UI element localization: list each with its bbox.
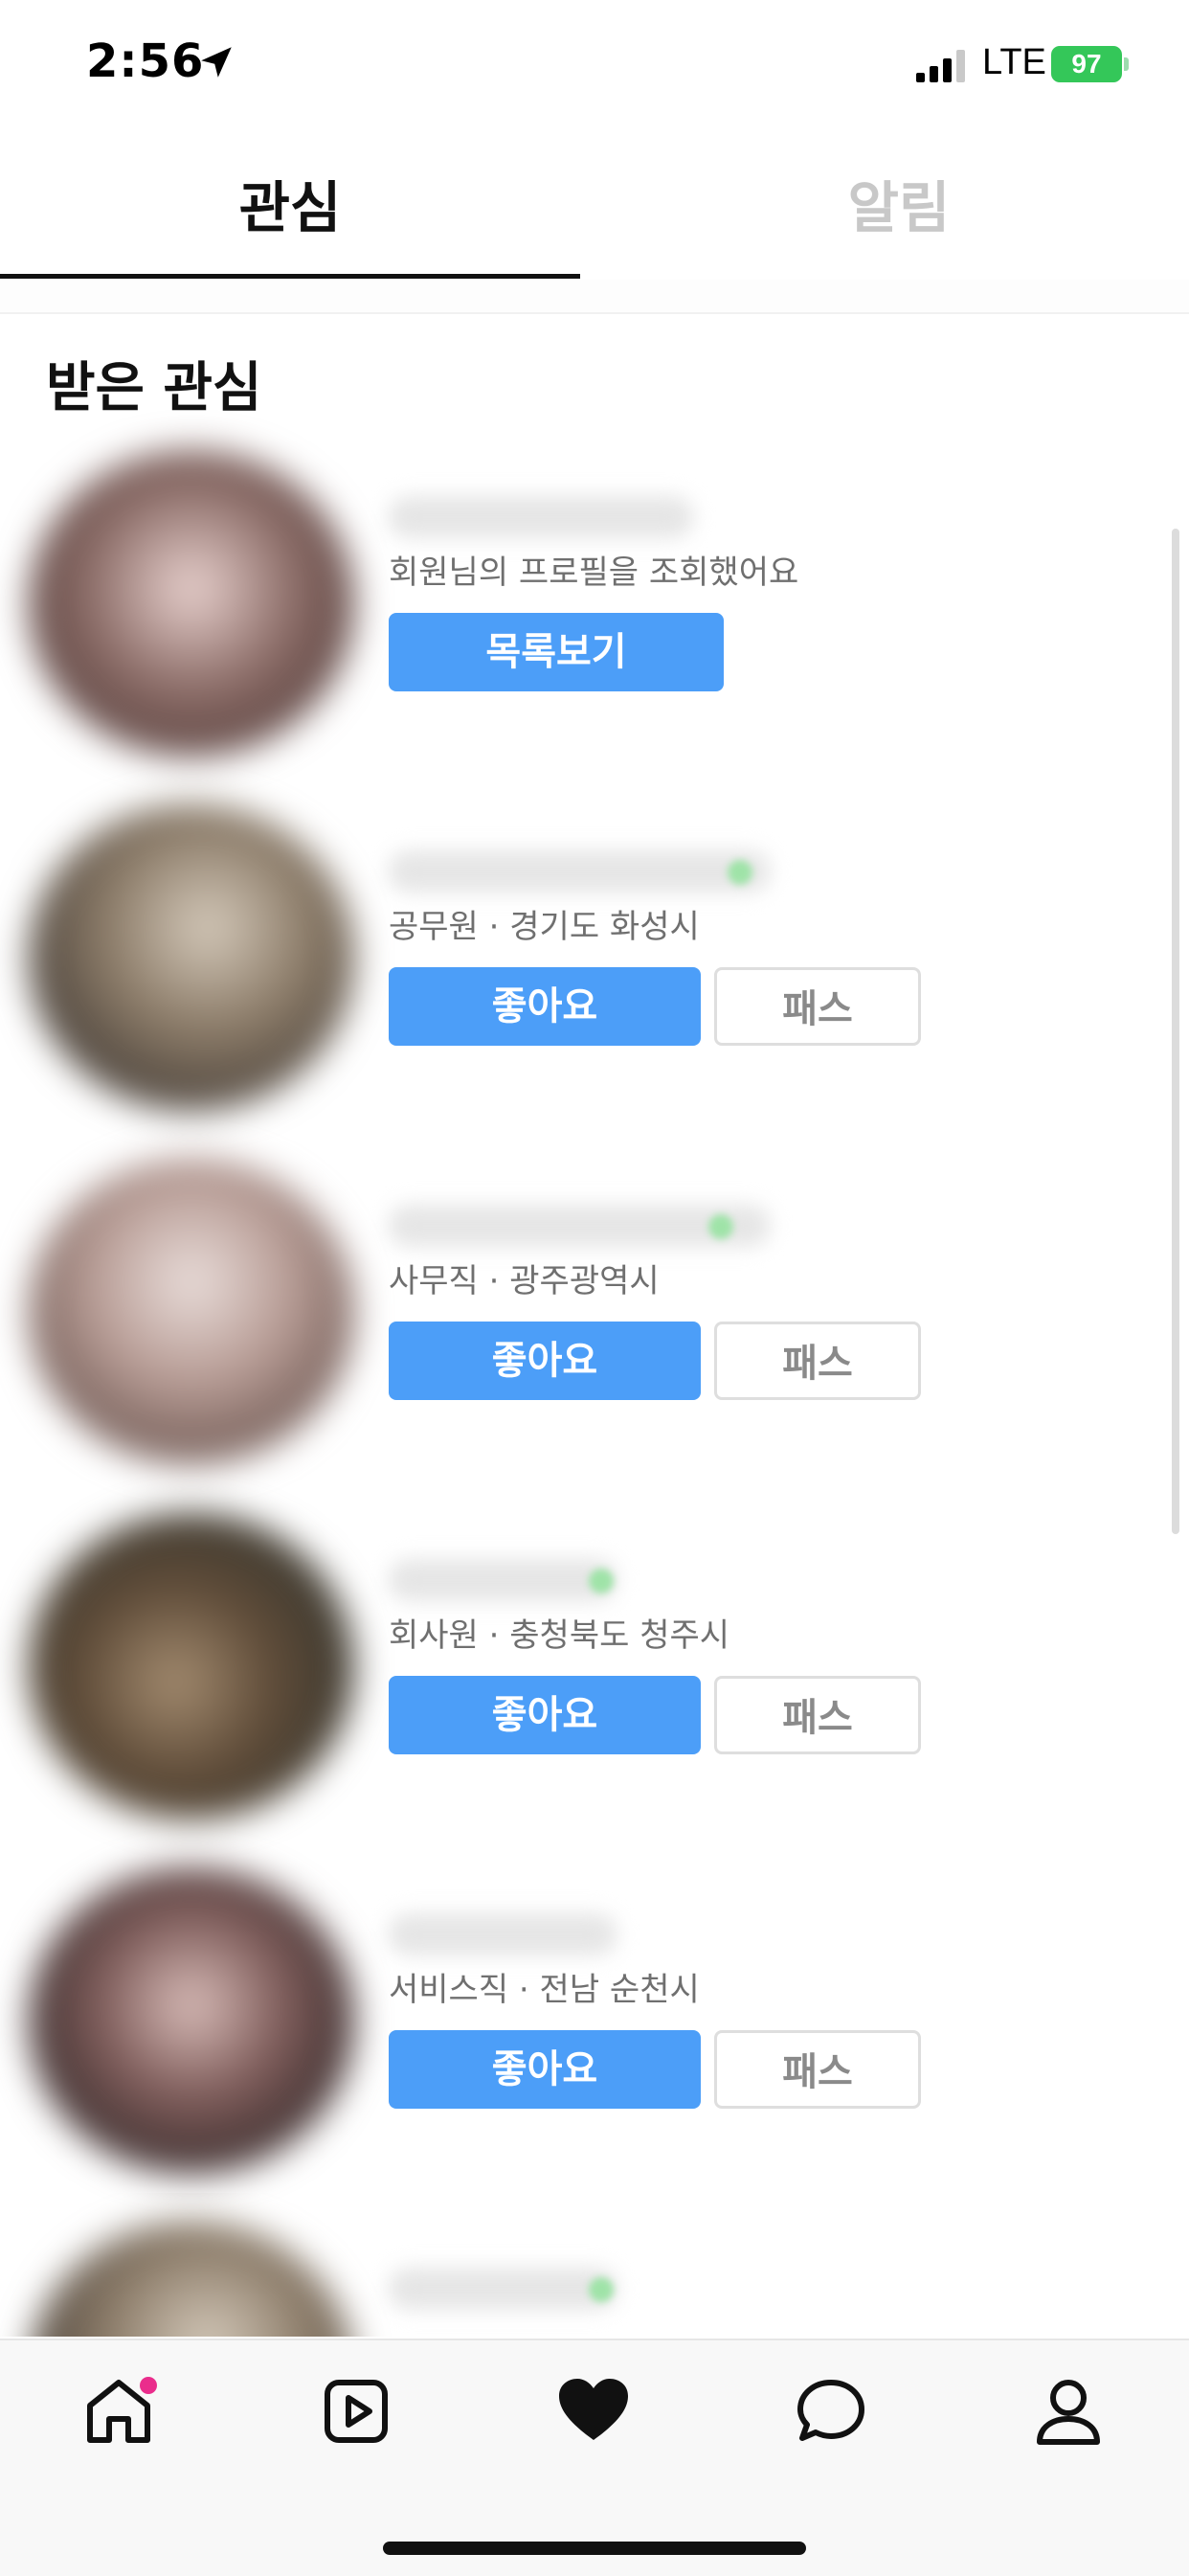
pass-button[interactable]: 패스: [714, 967, 921, 1046]
battery-level: 97: [1071, 49, 1102, 79]
section-title: 받은 관심: [46, 357, 262, 419]
item-description: 서비스직 · 전남 순천시: [389, 1971, 700, 2009]
like-button[interactable]: 좋아요: [389, 1322, 701, 1400]
item-description: 사무직 · 광주광역시: [389, 1262, 660, 1300]
list-item: 회사원 · 충청북도 청주시 좋아요 패스: [0, 1484, 1189, 1839]
online-indicator: [708, 1214, 733, 1239]
online-indicator: [589, 2277, 614, 2302]
active-tab-indicator: [0, 274, 580, 279]
section-divider: [0, 280, 1189, 314]
location-arrow-icon: [201, 47, 232, 78]
play-icon[interactable]: [318, 2373, 394, 2450]
notification-badge: [140, 2377, 157, 2394]
scrollbar[interactable]: [1172, 529, 1179, 1534]
list-item: 공무원 · 경기도 화성시 좋아요 패스: [0, 776, 1189, 1130]
avatar[interactable]: [29, 1513, 354, 1819]
online-indicator: [589, 1569, 614, 1593]
like-button[interactable]: 좋아요: [389, 2030, 701, 2109]
pass-button[interactable]: 패스: [714, 1676, 921, 1754]
profile-icon[interactable]: [1030, 2373, 1107, 2450]
network-type: LTE: [982, 42, 1046, 82]
item-description: 공무원 · 경기도 화성시: [389, 908, 700, 946]
tab-interest[interactable]: 관심: [0, 163, 580, 243]
item-description: 회원님의 프로필을 조회했어요: [389, 554, 799, 592]
status-bar: 2:56 LTE 97: [0, 0, 1189, 124]
chat-icon[interactable]: [793, 2373, 869, 2450]
heart-icon[interactable]: [555, 2373, 632, 2450]
avatar[interactable]: [29, 1867, 354, 2174]
pass-button[interactable]: 패스: [714, 2030, 921, 2109]
online-indicator: [728, 860, 752, 885]
tab-bar: 관심 알림: [0, 124, 1189, 282]
avatar[interactable]: [29, 2222, 354, 2337]
tab-notifications[interactable]: 알림: [609, 163, 1189, 243]
item-description: 회사원 · 충청북도 청주시: [389, 1616, 730, 1655]
view-list-button[interactable]: 목록보기: [389, 613, 724, 691]
signal-icon: [916, 50, 965, 82]
home-indicator: [383, 2542, 806, 2555]
like-button[interactable]: 좋아요: [389, 1676, 701, 1754]
blurred-name: [388, 496, 694, 538]
list-item: 사무직 · 광주광역시 좋아요 패스: [0, 1130, 1189, 1484]
pass-button[interactable]: 패스: [714, 1322, 921, 1400]
bottom-nav: [0, 2339, 1189, 2576]
avatar[interactable]: [29, 804, 354, 1111]
battery-icon: 97: [1051, 46, 1122, 82]
interest-list: 회원님의 프로필을 조회했어요 목록보기 공무원 · 경기도 화성시 좋아요 패…: [0, 421, 1189, 2337]
blurred-name: [388, 1559, 617, 1601]
blurred-name: [388, 1913, 617, 1955]
list-item: 서비스직 · 전남 순천시 좋아요 패스: [0, 1839, 1189, 2193]
blurred-name: [388, 2268, 617, 2310]
list-item: 회원님의 프로필을 조회했어요 목록보기: [0, 421, 1189, 776]
avatar[interactable]: [29, 450, 354, 757]
battery-cap: [1124, 57, 1129, 71]
blurred-name: [388, 850, 771, 893]
status-time: 2:56: [86, 34, 205, 88]
list-item: [0, 2193, 1189, 2337]
avatar[interactable]: [29, 1159, 354, 1465]
like-button[interactable]: 좋아요: [389, 967, 701, 1046]
